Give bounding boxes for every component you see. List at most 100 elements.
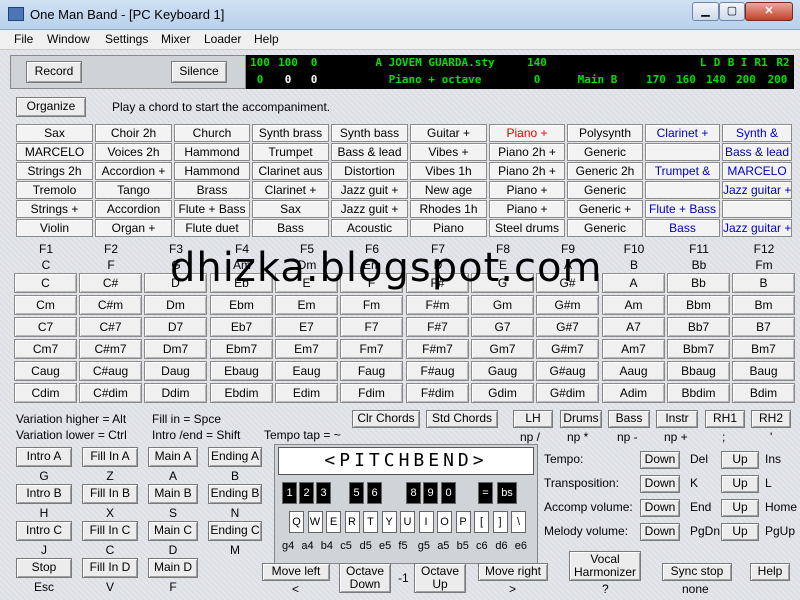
instrument-button[interactable]: Piano 2h + [489, 143, 565, 161]
chord-button[interactable]: C#m7 [79, 339, 142, 359]
note-key-black[interactable]: 1 [282, 482, 297, 504]
section-button[interactable]: Main B [148, 484, 198, 504]
instrument-button[interactable]: Bass [645, 219, 720, 237]
clear-chords-button[interactable]: Clr Chords [352, 410, 420, 428]
instrument-button[interactable] [722, 200, 792, 218]
note-key-white[interactable]: \ [511, 511, 526, 533]
down-button[interactable]: Down [640, 499, 680, 517]
instrument-button[interactable]: Acoustic [331, 219, 408, 237]
chord-button[interactable]: Gm [471, 295, 534, 315]
section-button[interactable]: Fill In A [82, 447, 138, 467]
rh1-toggle[interactable]: RH1 [705, 410, 745, 428]
note-key-black[interactable]: 0 [441, 482, 456, 504]
instrument-button[interactable]: Jazz guit + [331, 181, 408, 199]
chord-button[interactable]: G7 [471, 317, 534, 337]
chord-button[interactable]: F#7 [406, 317, 469, 337]
drums-toggle[interactable]: Drums [560, 410, 602, 428]
instrument-button[interactable]: Church [174, 124, 250, 142]
chord-button[interactable]: C# [79, 273, 142, 293]
bass-toggle[interactable]: Bass [608, 410, 650, 428]
chord-button[interactable]: Gm7 [471, 339, 534, 359]
rh2-toggle[interactable]: RH2 [751, 410, 791, 428]
note-key-white[interactable]: I [418, 511, 434, 533]
chord-button[interactable]: G#m [536, 295, 599, 315]
vocal-harmonizer-button[interactable]: Vocal Harmonizer [569, 551, 641, 581]
instrument-button[interactable]: Piano + [489, 124, 565, 142]
chord-button[interactable]: C#7 [79, 317, 142, 337]
chord-button[interactable]: C7 [14, 317, 77, 337]
instrument-button[interactable]: Sax [252, 200, 329, 218]
note-key-black[interactable]: 5 [349, 482, 364, 504]
note-key-white[interactable]: T [363, 511, 378, 533]
chord-button[interactable]: D7 [144, 317, 207, 337]
up-button[interactable]: Up [721, 475, 759, 493]
pitchbend-control[interactable]: <PITCHBEND> [278, 447, 534, 475]
section-button[interactable]: Ending B [208, 484, 262, 504]
instrument-button[interactable]: Generic 2h [567, 162, 643, 180]
close-button[interactable]: ✕ [745, 2, 793, 21]
instrument-button[interactable]: Hammond [174, 143, 250, 161]
note-key-white[interactable]: E [326, 511, 341, 533]
instrument-button[interactable]: Trumpet & [645, 162, 720, 180]
chord-button[interactable]: G#7 [536, 317, 599, 337]
chord-button[interactable]: Ebaug [210, 361, 273, 381]
chord-button[interactable]: Ebm [210, 295, 273, 315]
silence-button[interactable]: Silence [171, 61, 227, 83]
menu-file[interactable]: File [14, 32, 33, 46]
instrument-button[interactable]: Piano + [489, 181, 565, 199]
instrument-button[interactable]: Violin [16, 219, 93, 237]
chord-button[interactable]: F#m7 [406, 339, 469, 359]
section-button[interactable]: Main D [148, 558, 198, 578]
chord-button[interactable]: Fm [340, 295, 403, 315]
note-key-black[interactable]: 6 [367, 482, 382, 504]
instrument-button[interactable]: Synth brass [252, 124, 329, 142]
chord-button[interactable]: Eaug [275, 361, 338, 381]
chord-button[interactable]: A7 [602, 317, 665, 337]
help-button[interactable]: Help [750, 563, 790, 581]
lh-toggle[interactable]: LH [513, 410, 553, 428]
note-key-black[interactable]: 8 [406, 482, 421, 504]
standard-chords-button[interactable]: Std Chords [426, 410, 498, 428]
instrument-button[interactable]: Bass & lead [331, 143, 408, 161]
chord-button[interactable]: Faug [340, 361, 403, 381]
instrument-button[interactable]: Tremolo [16, 181, 93, 199]
down-button[interactable]: Down [640, 523, 680, 541]
note-key-white[interactable]: O [437, 511, 452, 533]
up-button[interactable]: Up [721, 523, 759, 541]
chord-button[interactable]: Ebm7 [210, 339, 273, 359]
note-key-white[interactable]: [ [474, 511, 489, 533]
chord-button[interactable]: Baug [732, 361, 795, 381]
chord-button[interactable]: Em [275, 295, 338, 315]
instrument-button[interactable]: Guitar + [410, 124, 487, 142]
up-button[interactable]: Up [721, 451, 759, 469]
instrument-button[interactable]: Piano [410, 219, 487, 237]
chord-button[interactable]: Caug [14, 361, 77, 381]
chord-button[interactable]: F7 [340, 317, 403, 337]
chord-button[interactable]: Bdim [732, 383, 795, 403]
down-button[interactable]: Down [640, 475, 680, 493]
record-button[interactable]: Record [26, 61, 82, 83]
instrument-button[interactable]: Jazz guitar + [722, 219, 792, 237]
chord-button[interactable]: G#aug [536, 361, 599, 381]
chord-button[interactable]: Am [602, 295, 665, 315]
chord-button[interactable]: C [14, 273, 77, 293]
instrument-button[interactable]: Flute + Bass [645, 200, 720, 218]
menu-mixer[interactable]: Mixer [161, 32, 190, 46]
menu-help[interactable]: Help [254, 32, 279, 46]
chord-button[interactable]: Am7 [602, 339, 665, 359]
instrument-button[interactable] [645, 143, 720, 161]
section-button[interactable]: Fill In B [82, 484, 138, 504]
instrument-button[interactable]: Trumpet [252, 143, 329, 161]
section-button[interactable]: Intro B [16, 484, 72, 504]
instrument-button[interactable]: MARCELO [722, 162, 792, 180]
section-button[interactable]: Main C [148, 521, 198, 541]
chord-button[interactable]: B7 [732, 317, 795, 337]
chord-button[interactable]: F#m [406, 295, 469, 315]
chord-button[interactable]: F#dim [406, 383, 469, 403]
instrument-button[interactable]: Vibes + [410, 143, 487, 161]
instrument-button[interactable]: Synth & [722, 124, 792, 142]
chord-button[interactable]: Em7 [275, 339, 338, 359]
chord-button[interactable]: Bm7 [732, 339, 795, 359]
instrument-button[interactable]: New age [410, 181, 487, 199]
chord-button[interactable]: Cm [14, 295, 77, 315]
